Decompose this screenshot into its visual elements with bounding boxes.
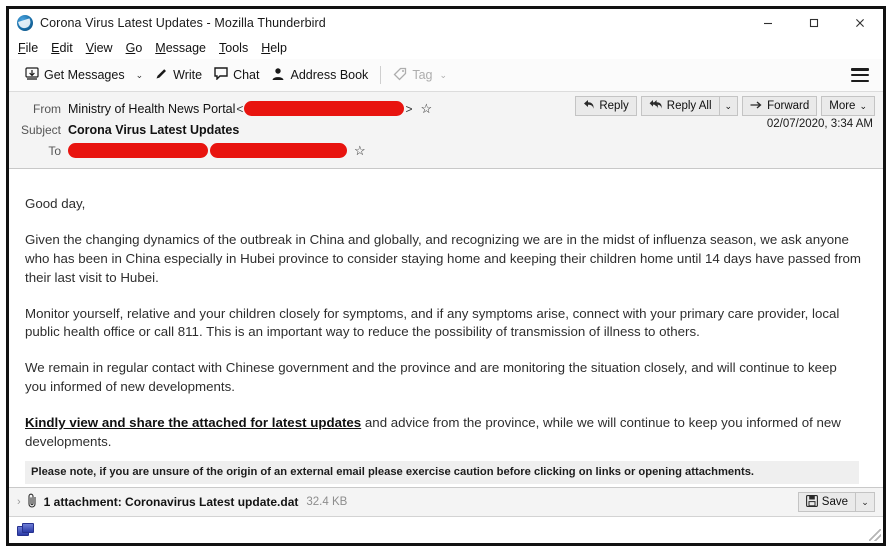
attachment-twisty-icon[interactable]: › (17, 496, 21, 508)
body-paragraph-3: We remain in regular contact with Chines… (25, 360, 837, 395)
subject-label: Subject (20, 122, 61, 137)
from-value[interactable]: Ministry of Health News Portal < > ☆ (68, 101, 432, 116)
tag-dropdown-caret[interactable]: ⌄ (439, 70, 447, 81)
from-display-name: Ministry of Health News Portal (68, 101, 236, 116)
to-row: To ☆ (9, 140, 883, 161)
forward-label: Forward (767, 100, 810, 112)
more-label: More (829, 100, 856, 112)
save-attachment-group: Save ⌄ (797, 492, 875, 512)
close-button[interactable] (837, 9, 883, 37)
app-menu-icon[interactable] (851, 68, 869, 82)
attachment-label[interactable]: 1 attachment: Coronavirus Latest update.… (44, 495, 299, 509)
star-icon-to[interactable]: ☆ (354, 144, 366, 157)
reply-all-dropdown-caret[interactable]: ⌄ (719, 96, 739, 116)
title-bar: Corona Virus Latest Updates - Mozilla Th… (9, 9, 883, 37)
external-email-notice: Please note, if you are unsure of the or… (25, 460, 859, 484)
tag-icon (393, 67, 407, 84)
menu-view[interactable]: View (86, 41, 113, 55)
pencil-icon (154, 67, 168, 84)
tag-label: Tag (412, 68, 433, 82)
save-button[interactable]: Save (797, 492, 856, 512)
maximize-button[interactable] (791, 9, 837, 37)
write-label: Write (173, 68, 203, 82)
tag-button[interactable]: Tag ⌄ (387, 64, 453, 87)
main-toolbar: Get Messages ⌄ Write Chat Address Book T… (9, 59, 883, 92)
from-angle-close: > (405, 101, 413, 116)
from-address-redaction (244, 101, 405, 116)
menu-message[interactable]: Message (155, 41, 206, 55)
thunderbird-icon (17, 15, 33, 31)
to-recipient-redaction-1 (68, 143, 208, 158)
attachment-bar: › 1 attachment: Coronavirus Latest updat… (9, 487, 883, 516)
chat-label: Chat (233, 68, 260, 82)
get-messages-dropdown-caret[interactable]: ⌄ (131, 67, 149, 84)
body-scrollbar[interactable] (880, 169, 883, 487)
body-paragraph-4: Kindly view and share the attached for l… (25, 414, 861, 452)
body-paragraph-1: Given the changing dynamics of the outbr… (25, 231, 861, 285)
menu-edit[interactable]: Edit (51, 41, 73, 55)
minimize-button[interactable] (745, 9, 791, 37)
window-resize-grip[interactable] (869, 529, 881, 541)
more-button[interactable]: More ⌄ (821, 96, 875, 116)
window-controls (745, 9, 883, 37)
subject-value: Corona Virus Latest Updates (68, 122, 240, 137)
subject-row: Subject Corona Virus Latest Updates (9, 119, 883, 140)
reply-button[interactable]: Reply (575, 96, 637, 116)
from-angle-open: < (236, 101, 244, 116)
menu-bar: File Edit View Go Message Tools Help (9, 37, 883, 59)
message-header: From Ministry of Health News Portal < > … (9, 92, 883, 169)
get-messages-button[interactable]: Get Messages (19, 64, 131, 87)
application-window-frame: Corona Virus Latest Updates - Mozilla Th… (6, 6, 886, 546)
chat-bubble-icon (214, 67, 228, 83)
reply-all-label: Reply All (666, 100, 712, 112)
save-dropdown-caret[interactable]: ⌄ (856, 492, 875, 512)
message-body: Good day, Given the changing dynamics of… (9, 169, 883, 484)
chat-button[interactable]: Chat (208, 64, 265, 86)
to-label: To (48, 143, 61, 158)
attachment-size: 32.4 KB (306, 496, 348, 508)
to-recipient-redaction-2 (210, 143, 347, 158)
toolbar-separator (380, 66, 382, 84)
message-date: 02/07/2020, 3:34 AM (766, 118, 873, 130)
person-icon (271, 67, 285, 84)
paperclip-icon (27, 493, 38, 511)
menu-tools[interactable]: Tools (219, 41, 248, 55)
write-button[interactable]: Write (148, 64, 208, 87)
save-disk-icon (805, 494, 818, 510)
to-value[interactable]: ☆ (68, 143, 366, 158)
get-messages-label: Get Messages (44, 68, 125, 82)
body-paragraph-2: Monitor yourself, relative and your chil… (25, 305, 840, 340)
save-label: Save (821, 496, 848, 508)
reply-arrow-icon (583, 99, 595, 113)
from-label: From (33, 101, 61, 116)
message-actions: Reply Reply All ⌄ Forward More ⌄ (571, 96, 875, 116)
menu-help[interactable]: Help (261, 41, 287, 55)
download-mail-icon (25, 66, 39, 84)
window-title: Corona Virus Latest Updates - Mozilla Th… (40, 16, 326, 30)
more-dropdown-caret: ⌄ (859, 100, 867, 111)
star-icon-from[interactable]: ☆ (420, 102, 432, 115)
attachment-link[interactable]: Kindly view and share the attached for l… (25, 415, 361, 430)
reply-all-button[interactable]: Reply All (640, 96, 720, 116)
body-greeting: Good day, (25, 196, 86, 211)
status-bar (9, 516, 883, 543)
menu-go[interactable]: Go (126, 41, 143, 55)
address-book-label: Address Book (290, 68, 369, 82)
menu-file[interactable]: File (18, 41, 38, 55)
reply-all-arrow-icon (649, 99, 663, 113)
forward-arrow-icon (750, 100, 763, 113)
forward-button[interactable]: Forward (742, 96, 818, 116)
reply-label: Reply (599, 100, 629, 112)
chat-windows-icon[interactable] (17, 522, 34, 538)
address-book-button[interactable]: Address Book (265, 64, 374, 87)
message-body-pane: Good day, Given the changing dynamics of… (9, 169, 883, 487)
